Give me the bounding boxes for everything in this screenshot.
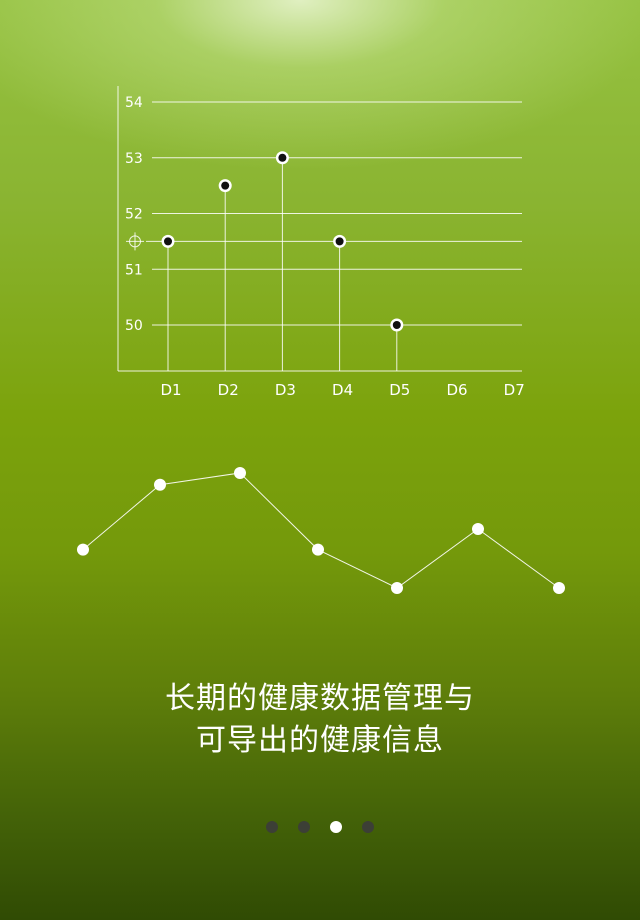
page-dot[interactable] — [298, 821, 310, 833]
tagline-line-2: 可导出的健康信息 — [196, 723, 444, 758]
tagline: 长期的健康数据管理与 可导出的健康信息 — [0, 678, 640, 762]
trend-point — [391, 582, 403, 594]
trend-point — [154, 478, 166, 491]
page-indicator[interactable] — [0, 821, 640, 833]
page-dot[interactable] — [362, 821, 374, 833]
trend-point — [472, 523, 484, 535]
trend-line — [82, 472, 560, 589]
trend-line-chart — [77, 466, 565, 594]
trend-point — [312, 543, 324, 556]
trend-point — [234, 466, 246, 479]
page-dot-active[interactable] — [330, 821, 342, 833]
trend-point — [553, 582, 565, 594]
trend-point — [77, 543, 89, 556]
tagline-line-1: 长期的健康数据管理与 — [165, 681, 475, 716]
page-dot[interactable] — [266, 821, 278, 833]
